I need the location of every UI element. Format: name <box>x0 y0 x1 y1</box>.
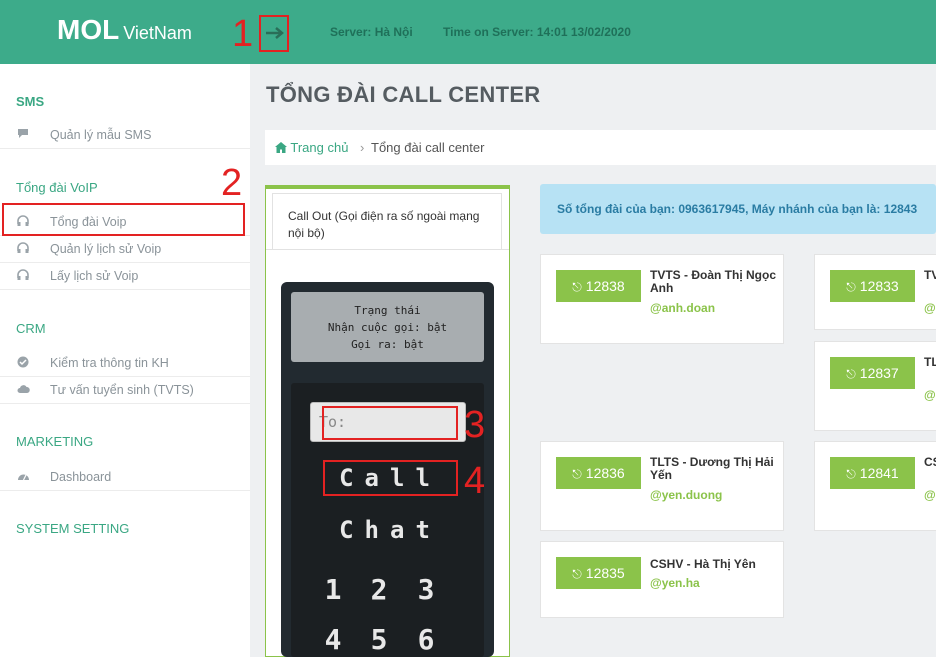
extension-call-button[interactable]: ⎋ 12837 <box>830 357 915 389</box>
annotation-box-3 <box>322 406 458 440</box>
breadcrumb-home-label: Trang chủ <box>290 140 349 155</box>
tab-call-out-label: Call Out (Gọi điện ra số ngoài mạng nội … <box>288 209 480 240</box>
extension-call-button[interactable]: ⎋ 12836 <box>556 457 641 489</box>
extension-call-button[interactable]: ⎋ 12838 <box>556 270 641 302</box>
extension-call-button[interactable]: ⎋ 12835 <box>556 557 641 589</box>
key-1[interactable]: 1 <box>315 572 351 608</box>
extension-user: @ <box>924 301 936 315</box>
headphones-icon <box>16 269 30 283</box>
status-title: Trạng thái <box>354 304 421 317</box>
key-2[interactable]: 2 <box>361 572 397 608</box>
home-icon <box>275 142 287 153</box>
cloud-icon <box>16 383 30 397</box>
key-6[interactable]: 6 <box>408 622 444 657</box>
annotation-box-1 <box>259 15 289 52</box>
top-header: MOL VietNam Server: Hà Nội Time on Server… <box>0 0 936 64</box>
breadcrumb-home-link[interactable]: Trang chủ <box>275 140 348 155</box>
logo[interactable]: MOL VietNam <box>57 14 192 46</box>
status-outgoing: Gọi ra: bật <box>351 338 424 351</box>
extension-user: @anh.doan <box>650 301 716 315</box>
annotation-number-4: 4 <box>464 460 486 502</box>
key-4[interactable]: 4 <box>315 622 351 657</box>
extension-name: TL Th <box>924 356 936 369</box>
extension-number: 12837 <box>859 365 899 381</box>
extension-call-button[interactable]: ⎋ 12841 <box>830 457 915 489</box>
extension-name: CS Hồ <box>924 456 936 469</box>
extension-card: ⎋12837 TL Th @ <box>814 341 936 431</box>
sidebar-section-marketing: MARKETING <box>16 434 94 449</box>
sidebar-item-label: Dashboard <box>50 470 112 484</box>
extension-name: TV <box>924 269 936 282</box>
sidebar: SMS Quản lý mẫu SMS Tổng đài VoIP Tổng đ… <box>0 64 250 657</box>
sidebar-item-check-customer[interactable]: Kiểm tra thông tin KH <box>0 350 250 377</box>
headphones-icon: ⎋ <box>572 280 582 294</box>
extension-user: @yen.ha <box>650 576 700 590</box>
headphones-icon <box>16 242 30 256</box>
breadcrumb: Trang chủ › Tổng đài call center <box>265 130 936 165</box>
extension-card: ⎋ 12833 TV @ <box>814 254 936 330</box>
extension-number: 12835 <box>585 565 625 581</box>
extension-call-button[interactable]: ⎋ 12833 <box>830 270 915 302</box>
extension-card: ⎋12841 CS Hồ @ <box>814 441 936 531</box>
comment-icon <box>16 128 30 142</box>
sidebar-item-label: Quản lý lịch sử Voip <box>50 242 162 256</box>
extension-number: 12838 <box>585 278 625 294</box>
sidebar-section-voip: Tổng đài VoIP <box>16 180 98 195</box>
logo-main: MOL <box>57 14 120 45</box>
dashboard-icon <box>16 470 30 484</box>
headphones-icon: ⎋ <box>846 280 856 294</box>
sidebar-item-tvts[interactable]: Tư vấn tuyển sinh (TVTS) <box>0 377 250 404</box>
server-time: Time on Server: 14:01 13/02/2020 <box>443 25 631 39</box>
extension-user: @yen.duong <box>650 488 723 502</box>
status-incoming: Nhận cuộc gọi: bật <box>327 321 448 334</box>
sidebar-item-voip-history-fetch[interactable]: Lấy lịch sử Voip <box>0 263 250 290</box>
sidebar-section-crm: CRM <box>16 321 46 336</box>
headphones-icon: ⎋ <box>572 467 582 481</box>
sidebar-item-voip-history-manage[interactable]: Quản lý lịch sử Voip <box>0 236 250 263</box>
sidebar-item-sms-templates[interactable]: Quản lý mẫu SMS <box>0 122 250 149</box>
extension-card: ⎋ 12835 CSHV - Hà Thị Yên @yen.ha <box>540 541 784 618</box>
sidebar-item-label: Lấy lịch sử Voip <box>50 269 139 283</box>
server-label: Server: Hà Nội <box>330 25 413 39</box>
key-5[interactable]: 5 <box>361 622 397 657</box>
extension-card: ⎋ 12838 TVTS - Đoàn Thị Ngọc Anh @anh.doa… <box>540 254 784 344</box>
extension-number: 12836 <box>585 465 625 481</box>
extension-user: @ <box>924 488 936 502</box>
info-text: Số tổng đài của bạn: 0963617945, Máy nhá… <box>557 202 918 216</box>
tab-call-out[interactable]: Call Out (Gọi điện ra số ngoài mạng nội … <box>272 193 502 249</box>
annotation-number-3: 3 <box>464 404 486 446</box>
tab-divider <box>266 249 509 250</box>
logo-sub: VietNam <box>123 23 192 43</box>
headphones-icon: ⎋ <box>572 567 582 581</box>
sidebar-item-label: Quản lý mẫu SMS <box>50 128 152 142</box>
check-circle-icon <box>16 356 30 370</box>
sidebar-item-label: Kiểm tra thông tin KH <box>50 356 169 370</box>
breadcrumb-separator: › <box>360 140 365 155</box>
annotation-box-4 <box>323 460 458 496</box>
annotation-number-2: 2 <box>221 162 243 204</box>
key-3[interactable]: 3 <box>408 572 444 608</box>
extension-card: ⎋ 12836 TLTS - Dương Thị Hải Yến @yen.duo… <box>540 441 784 531</box>
extension-number: 12841 <box>859 465 899 481</box>
sidebar-item-label: Tư vấn tuyển sinh (TVTS) <box>50 383 194 397</box>
headphones-icon: ⎋ <box>846 367 856 381</box>
annotation-box-2 <box>2 203 245 236</box>
chat-button[interactable]: Chat <box>323 512 457 548</box>
headphones-icon: ⎋ <box>846 467 856 481</box>
phone-status-display: Trạng thái Nhận cuộc gọi: bật Gọi ra: bậ… <box>291 292 484 362</box>
extension-number: 12833 <box>859 278 899 294</box>
sidebar-section-system-setting[interactable]: SYSTEM SETTING <box>16 521 129 536</box>
extension-user: @ <box>924 388 936 402</box>
annotation-number-1: 1 <box>232 13 254 55</box>
breadcrumb-current: Tổng đài call center <box>371 140 485 155</box>
sidebar-item-dashboard[interactable]: Dashboard <box>0 464 250 491</box>
extension-name: CSHV - Hà Thị Yên <box>650 557 756 571</box>
extension-name: TVTS - Đoàn Thị Ngọc Anh <box>650 268 776 295</box>
extension-name: TLTS - Dương Thị Hải Yến <box>650 455 774 482</box>
info-alert: Số tổng đài của bạn: 0963617945, Máy nhá… <box>540 184 936 234</box>
sidebar-section-sms: SMS <box>16 94 45 109</box>
page-title: TỔNG ĐÀI CALL CENTER <box>266 82 541 107</box>
